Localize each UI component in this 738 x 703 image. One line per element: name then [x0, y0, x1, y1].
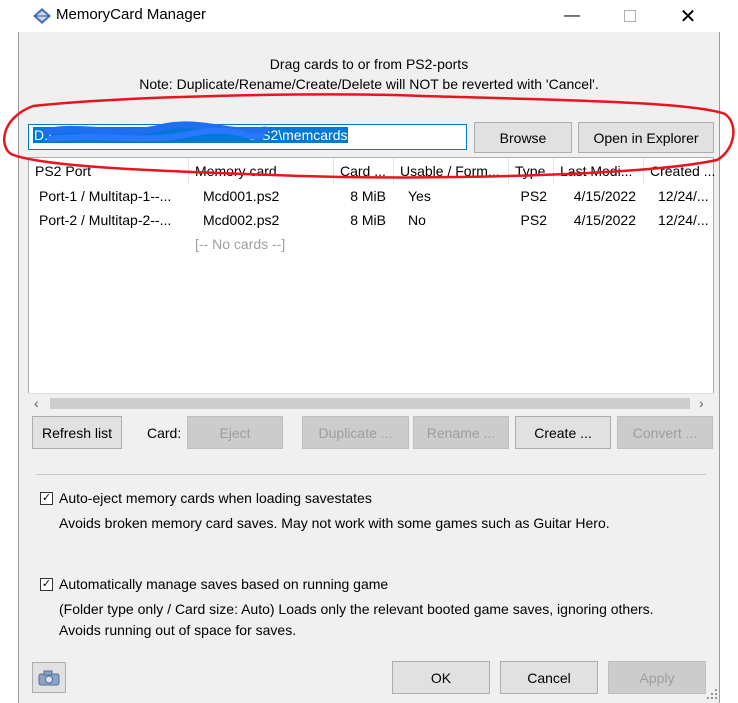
close-button[interactable]: ✕	[665, 0, 711, 32]
row-type: PS2	[520, 212, 547, 228]
camera-button[interactable]	[32, 662, 66, 693]
scrollbar-thumb[interactable]	[50, 398, 690, 409]
checkmark-icon: ✓	[41, 578, 52, 590]
intro-line-1: Drag cards to or from PS2-ports	[269, 56, 469, 72]
maximize-icon	[624, 10, 636, 22]
auto-eject-description: Avoids broken memory card saves. May not…	[59, 515, 610, 531]
auto-eject-checkbox[interactable]: ✓	[40, 492, 53, 505]
cancel-button[interactable]: Cancel	[500, 661, 598, 694]
refresh-list-button[interactable]: Refresh list	[32, 416, 122, 449]
row-type: PS2	[520, 188, 547, 204]
auto-eject-label[interactable]: Auto-eject memory cards when loading sav…	[59, 490, 372, 506]
separator	[36, 474, 706, 475]
scroll-left-icon[interactable]: ‹	[34, 395, 39, 411]
convert-button[interactable]: Convert ...	[617, 416, 713, 449]
rename-button[interactable]: Rename ...	[413, 416, 509, 449]
row-port: Port-2 / Multitap-2--...	[39, 212, 172, 228]
row-created: 12/24/...	[658, 212, 709, 228]
table-row[interactable]: Port-1 / Multitap-1--... Mcd001.ps2 8 Mi…	[29, 184, 715, 208]
row-usable: Yes	[408, 188, 431, 204]
table-row[interactable]: Port-2 / Multitap-2--... Mcd002.ps2 8 Mi…	[29, 208, 715, 232]
checkmark-icon: ✓	[41, 492, 52, 504]
diamond-app-icon	[33, 8, 51, 24]
card-label: Card:	[147, 425, 182, 441]
row-size: 8 MiB	[350, 212, 386, 228]
scroll-right-icon[interactable]: ›	[699, 395, 704, 411]
auto-manage-label[interactable]: Automatically manage saves based on runn…	[59, 576, 388, 592]
auto-manage-checkbox[interactable]: ✓	[40, 578, 53, 591]
horizontal-scrollbar[interactable]: ‹ ›	[28, 393, 714, 413]
row-created: 12/24/...	[658, 188, 709, 204]
red-annotation-ellipse	[3, 93, 735, 179]
ok-button[interactable]: OK	[392, 661, 490, 694]
row-card: Mcd002.ps2	[203, 212, 280, 228]
window-title: MemoryCard Manager	[56, 6, 207, 23]
minimize-icon: —	[564, 7, 580, 24]
resize-grip-icon[interactable]	[706, 688, 718, 700]
auto-manage-description-2: Avoids running out of space for saves.	[59, 622, 297, 638]
eject-button[interactable]: Eject	[187, 416, 283, 449]
row-modified: 4/15/2022	[573, 188, 636, 204]
empty-slot-row[interactable]: [-- No cards --]	[195, 232, 335, 256]
row-modified: 4/15/2022	[573, 212, 636, 228]
row-size: 8 MiB	[350, 188, 386, 204]
camera-icon	[38, 670, 60, 685]
auto-manage-description-1: (Folder type only / Card size: Auto) Loa…	[59, 601, 654, 617]
minimize-button[interactable]: —	[549, 0, 595, 32]
row-port: Port-1 / Multitap-1--...	[39, 188, 172, 204]
row-card: Mcd001.ps2	[203, 188, 280, 204]
create-button[interactable]: Create ...	[515, 416, 611, 449]
duplicate-button[interactable]: Duplicate ...	[302, 416, 409, 449]
maximize-button[interactable]	[607, 0, 653, 32]
apply-button[interactable]: Apply	[608, 661, 706, 694]
close-icon: ✕	[679, 5, 697, 28]
memory-card-list[interactable]: PS2 Port Memory card Card ... Usable / F…	[28, 157, 715, 413]
row-usable: No	[408, 212, 426, 228]
